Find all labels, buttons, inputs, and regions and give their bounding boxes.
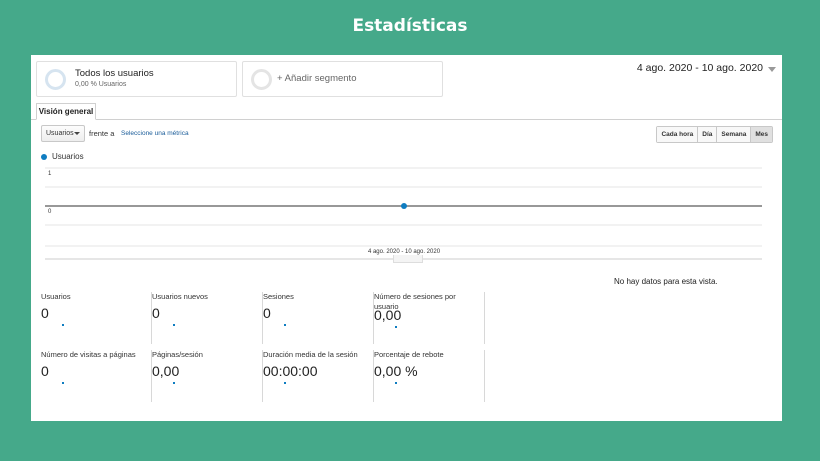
- y-tick-label: 1: [48, 171, 52, 177]
- metric-value: 0,00 %: [374, 363, 418, 379]
- metric-label: Usuarios: [41, 292, 71, 301]
- metric-value: 0: [152, 305, 160, 321]
- granularity-week-button[interactable]: Semana: [717, 127, 752, 142]
- tab-bar-divider: [31, 119, 782, 120]
- segment-all-users[interactable]: Todos los usuarios 0,00 % Usuarios: [36, 61, 237, 97]
- metric-sparkline: [284, 382, 286, 384]
- metric-select-label: Usuarios: [46, 130, 74, 137]
- chevron-down-icon: [768, 66, 776, 72]
- metric-card[interactable]: Número de visitas a páginas 0: [41, 350, 152, 402]
- metric-label: Duración media de la sesión: [263, 350, 358, 359]
- chart-resize-handle[interactable]: [393, 255, 423, 263]
- metric-sparkline: [62, 324, 64, 326]
- y-tick-label: 0: [48, 209, 52, 215]
- metric-sparkline: [62, 382, 64, 384]
- metric-sparkline: [173, 382, 175, 384]
- data-point: [401, 203, 407, 209]
- metric-card[interactable]: Usuarios 0: [41, 292, 152, 344]
- analytics-panel: Todos los usuarios 0,00 % Usuarios + Aña…: [31, 55, 782, 421]
- date-range-picker[interactable]: 4 ago. 2020 - 10 ago. 2020: [637, 62, 776, 74]
- date-range-label: 4 ago. 2020 - 10 ago. 2020: [636, 62, 763, 74]
- metric-label: Páginas/sesión: [152, 350, 203, 359]
- metric-label: Usuarios nuevos: [152, 292, 208, 301]
- metric-select[interactable]: Usuarios: [41, 125, 85, 142]
- granularity-month-button[interactable]: Mes: [751, 127, 772, 142]
- segment-circle-icon: [251, 69, 272, 90]
- granularity-day-button[interactable]: Día: [698, 127, 718, 142]
- metric-sparkline: [284, 324, 286, 326]
- metric-card[interactable]: Páginas/sesión 0,00: [152, 350, 263, 402]
- segment-title: Todos los usuarios: [75, 68, 154, 79]
- page-title: Estadísticas: [352, 16, 468, 36]
- add-segment-button[interactable]: + Añadir segmento: [242, 61, 443, 97]
- add-segment-label: + Añadir segmento: [277, 73, 357, 84]
- metric-value: 0: [41, 305, 49, 321]
- metric-card[interactable]: Usuarios nuevos 0: [152, 292, 263, 344]
- line-chart: 104 ago. 2020 - 10 ago. 2020: [45, 167, 762, 260]
- chevron-down-icon: [74, 132, 80, 135]
- metric-value: 0: [41, 363, 49, 379]
- chart-legend: Usuarios: [41, 152, 84, 161]
- versus-label: frente a: [89, 129, 115, 138]
- segment-circle-icon: [45, 69, 66, 90]
- metric-label: Número de visitas a páginas: [41, 350, 136, 359]
- metric-value: 0,00: [152, 363, 180, 379]
- metric-sparkline: [395, 382, 397, 384]
- metric-label: Sesiones: [263, 292, 294, 301]
- metric-card[interactable]: Número de sesiones por usuario 0,00: [374, 292, 485, 344]
- metric-label: Porcentaje de rebote: [374, 350, 444, 359]
- tab-overview[interactable]: Visión general: [36, 103, 96, 120]
- legend-label: Usuarios: [52, 152, 84, 161]
- metric-value: 0,00: [374, 307, 402, 323]
- metric-card[interactable]: Duración media de la sesión 00:00:00: [263, 350, 374, 402]
- granularity-buttons: Cada hora Día Semana Mes: [656, 126, 773, 143]
- select-metric-link[interactable]: Seleccione una métrica: [121, 130, 189, 137]
- metric-sparkline: [173, 324, 175, 326]
- metric-value: 0: [263, 305, 271, 321]
- metric-sparkline: [395, 326, 397, 328]
- no-data-message: No hay datos para esta vista.: [614, 277, 718, 286]
- legend-dot-icon: [41, 153, 47, 160]
- metric-value: 00:00:00: [263, 363, 318, 379]
- granularity-hourly-button[interactable]: Cada hora: [657, 127, 699, 142]
- metric-card[interactable]: Porcentaje de rebote 0,00 %: [374, 350, 485, 402]
- metric-card[interactable]: Sesiones 0: [263, 292, 374, 344]
- segment-subtitle: 0,00 % Usuarios: [75, 81, 127, 88]
